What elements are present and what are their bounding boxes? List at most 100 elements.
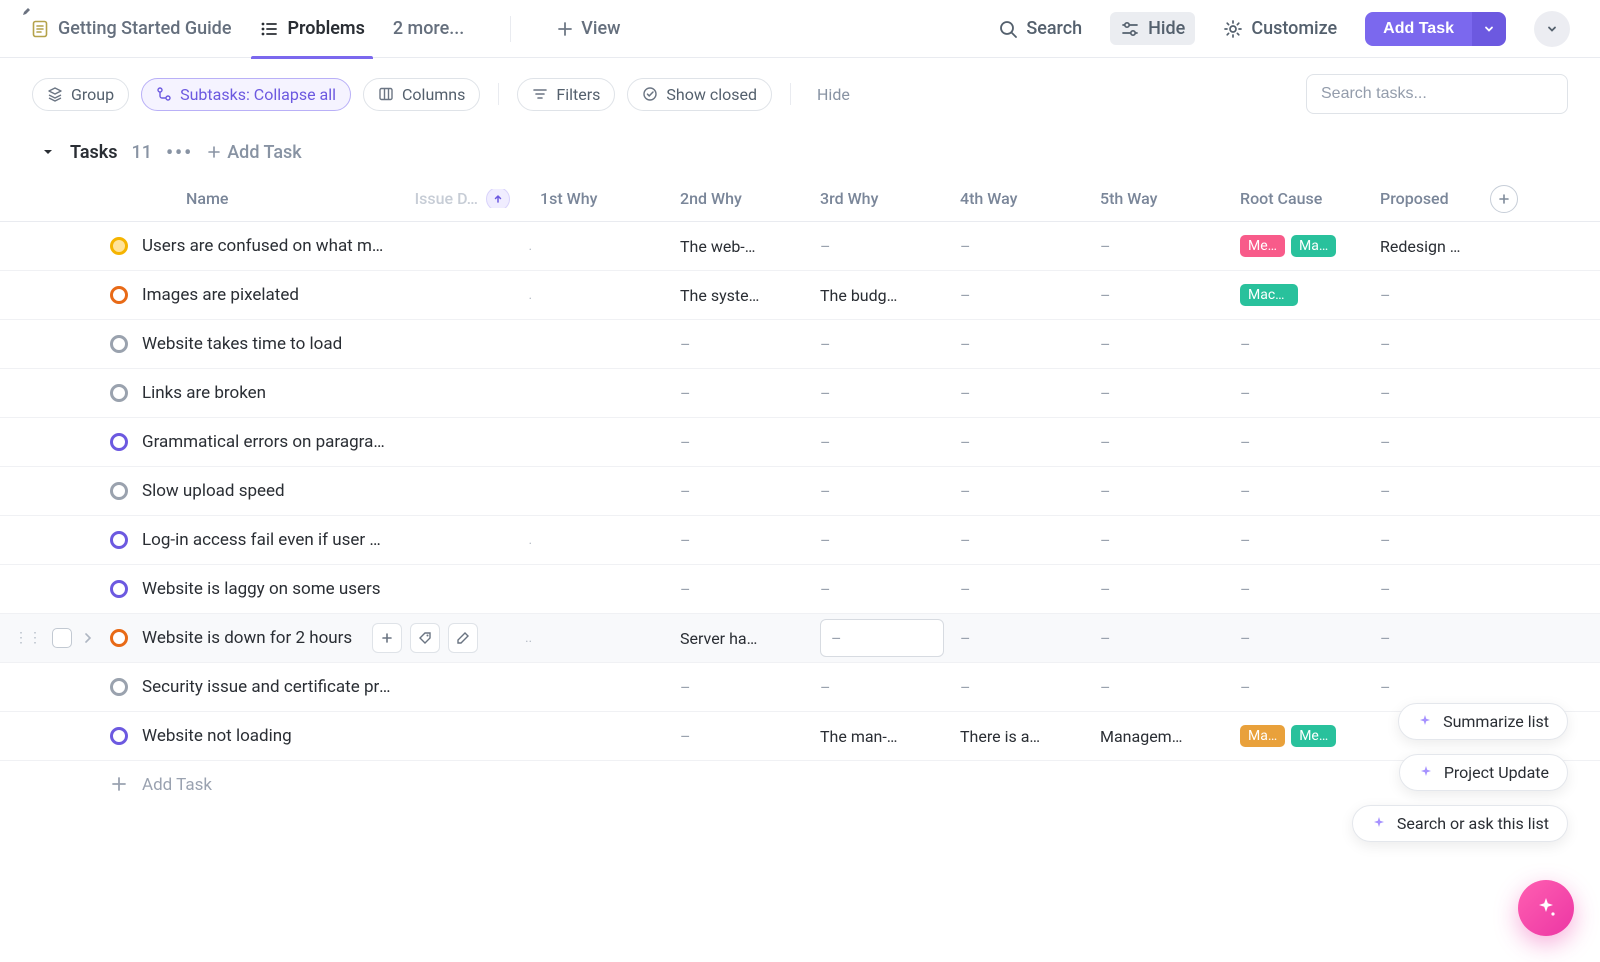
status-dot[interactable] [110,482,128,500]
task-name-cell[interactable]: Website not loading [110,721,540,751]
cell-2nd-why[interactable]: Server ha… [680,629,820,648]
cell-proposed[interactable]: – [1380,286,1490,305]
task-row[interactable]: ⋮⋮Users are confused on what menu to cli… [0,222,1600,271]
cell-2nd-why[interactable]: – [680,678,820,697]
cell-root-cause[interactable]: Me… Ma… [1240,235,1380,257]
cell-4th-way[interactable]: – [960,433,1100,452]
root-cause-tag[interactable]: Ma… [1291,235,1336,257]
cell-3rd-why[interactable]: – [820,482,960,501]
task-name-cell[interactable]: Website is down for 2 hours.. [110,623,540,653]
cell-4th-way[interactable]: – [960,678,1100,697]
cell-proposed[interactable]: – [1380,482,1490,501]
add-view[interactable]: View [557,0,620,58]
cell-3rd-why[interactable]: – [820,619,944,657]
task-name-cell[interactable]: Users are confused on what menu to click… [110,231,540,261]
chip-summarize[interactable]: Summarize list [1398,703,1568,740]
cell-2nd-why[interactable]: – [680,727,820,746]
cell-proposed[interactable]: – [1380,629,1490,648]
cell-4th-way[interactable]: – [960,580,1100,599]
root-cause-tag[interactable]: Me… [1240,235,1285,257]
cell-proposed[interactable]: – [1380,678,1490,697]
tag-button[interactable] [410,623,440,653]
hide-button[interactable]: Hide [1110,12,1195,45]
cell-2nd-why[interactable]: – [680,384,820,403]
task-name-cell[interactable]: Website takes time to load [110,329,540,359]
cell-5th-way[interactable]: – [1100,335,1240,354]
cell-root-cause[interactable]: – [1240,580,1380,599]
search-tasks-input[interactable] [1321,85,1553,103]
cell-5th-way[interactable]: – [1100,482,1240,501]
status-dot[interactable] [110,678,128,696]
cell-4th-way[interactable]: – [960,482,1100,501]
expand-icon[interactable] [82,632,94,644]
root-cause-tag[interactable]: Me… [1291,725,1336,747]
cell-5th-way[interactable]: Managem… [1100,727,1240,746]
status-dot[interactable] [110,384,128,402]
root-cause-tag[interactable]: Machine [1240,284,1298,306]
task-name-cell[interactable]: Website is laggy on some users [110,574,540,604]
cell-root-cause[interactable]: – [1240,629,1380,648]
col-4th-way[interactable]: 4th Way [960,189,1100,208]
cell-root-cause[interactable]: – [1240,335,1380,354]
task-row[interactable]: ⋮⋮Log-in access fail even if user creden… [0,516,1600,565]
task-row[interactable]: ⋮⋮Website is laggy on some users–––––– [0,565,1600,614]
cell-root-cause[interactable]: – [1240,678,1380,697]
col-5th-way[interactable]: 5th Way [1100,189,1240,208]
customize-button[interactable]: Customize [1213,12,1347,45]
cell-4th-way[interactable]: – [960,286,1100,305]
task-row[interactable]: ⋮⋮Links are broken–––––– [0,369,1600,418]
cell-proposed[interactable]: – [1380,433,1490,452]
cell-root-cause[interactable]: – [1240,482,1380,501]
cell-5th-way[interactable]: – [1100,531,1240,550]
task-name-cell[interactable]: Slow upload speed [110,476,540,506]
col-3rd-why[interactable]: 3rd Why [820,189,960,208]
filters-pill[interactable]: Filters [517,78,615,111]
cell-2nd-why[interactable]: – [680,335,820,354]
row-checkbox[interactable] [52,628,72,648]
group-add-task[interactable]: Add Task [207,142,301,163]
cell-2nd-why[interactable]: – [680,580,820,599]
status-dot[interactable] [110,629,128,647]
group-pill[interactable]: Group [32,78,129,111]
status-dot[interactable] [110,237,128,255]
add-task-dropdown[interactable] [1472,12,1506,46]
cell-proposed[interactable]: – [1380,531,1490,550]
cell-2nd-why[interactable]: – [680,433,820,452]
more-menu[interactable] [1534,11,1570,47]
filter-hide[interactable]: Hide [809,85,858,104]
cell-5th-way[interactable]: – [1100,433,1240,452]
sort-asc-icon[interactable] [486,189,510,208]
tab-problems[interactable]: Problems [259,0,364,58]
cell-3rd-why[interactable]: – [820,237,960,256]
root-cause-tag[interactable]: Ma… [1240,725,1285,747]
cell-4th-way[interactable]: – [960,237,1100,256]
chip-search-ask[interactable]: Search or ask this list [1352,805,1568,842]
status-dot[interactable] [110,531,128,549]
columns-pill[interactable]: Columns [363,78,480,111]
status-dot[interactable] [110,286,128,304]
cell-proposed[interactable]: – [1380,335,1490,354]
cell-proposed[interactable]: – [1380,384,1490,403]
cell-5th-way[interactable]: – [1100,580,1240,599]
cell-5th-way[interactable]: – [1100,286,1240,305]
cell-3rd-why[interactable]: – [820,335,960,354]
chip-project-update[interactable]: Project Update [1399,754,1568,791]
col-2nd-why[interactable]: 2nd Why [680,189,820,208]
col-root-cause[interactable]: Root Cause [1240,189,1380,208]
cell-proposed[interactable]: Redesign … [1380,237,1490,256]
cell-5th-way[interactable]: – [1100,629,1240,648]
cell-4th-way[interactable]: – [960,384,1100,403]
search-button[interactable]: Search [988,12,1092,45]
caret-down-icon[interactable] [40,144,56,160]
status-dot[interactable] [110,727,128,745]
cell-3rd-why[interactable]: – [820,580,960,599]
ai-fab[interactable] [1518,880,1574,936]
status-dot[interactable] [110,433,128,451]
tab-more[interactable]: 2 more... [393,0,464,58]
task-row[interactable]: ⋮⋮Slow upload speed–––––– [0,467,1600,516]
task-name-cell[interactable]: Log-in access fail even if user credenti… [110,525,540,555]
cell-3rd-why[interactable]: – [820,531,960,550]
cell-4th-way[interactable]: There is a… [960,727,1100,746]
cell-5th-way[interactable]: – [1100,678,1240,697]
search-tasks[interactable] [1306,74,1568,114]
